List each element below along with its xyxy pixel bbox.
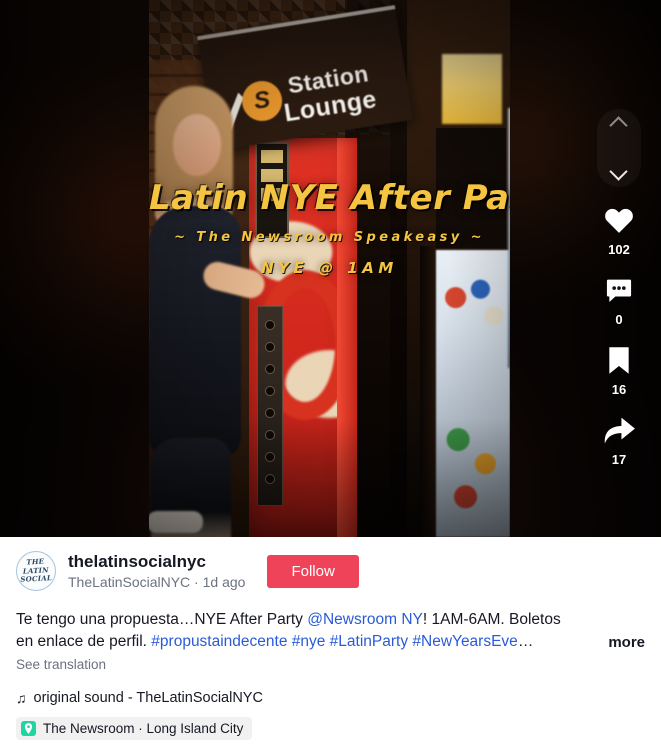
caption-part-1: Te tengo una propuesta…NYE After Party: [16, 611, 308, 628]
like-button[interactable]: 102: [602, 203, 636, 257]
chevron-up-icon[interactable]: [610, 118, 628, 129]
comment-button[interactable]: 0: [602, 273, 636, 327]
share-button[interactable]: 17: [602, 413, 636, 467]
expand-caption-button[interactable]: more: [608, 632, 645, 653]
bookmark-count: 16: [611, 382, 627, 397]
action-rail: 102 0 16 17: [577, 0, 661, 537]
caption-mention-link[interactable]: @Newsroom NY: [307, 611, 423, 628]
caption-ellipsis: …: [517, 633, 534, 650]
avatar-logo-text: THE LATIN SOCIAL: [20, 557, 53, 584]
heart-icon: [602, 203, 636, 237]
video-text-overlay: Latin NYE After Party ~ The Newsroom Spe…: [149, 178, 510, 277]
bookmark-button[interactable]: 16: [602, 343, 636, 397]
follow-button[interactable]: Follow: [267, 554, 359, 588]
share-icon: [602, 413, 636, 447]
bookmark-icon: [602, 343, 636, 377]
author-row: THE LATIN SOCIAL thelatinsocialnyc TheLa…: [16, 551, 645, 591]
video-info-panel: THE LATIN SOCIAL thelatinsocialnyc TheLa…: [0, 537, 661, 746]
author-text: thelatinsocialnyc TheLatinSocialNYC · 1d…: [68, 552, 245, 591]
sound-label: original sound - TheLatinSocialNYC: [33, 690, 263, 706]
tiktok-video-page: S Station Lounge Latin NYE After Party ~…: [0, 0, 661, 746]
video-caption: Te tengo una propuesta…NYE After Party @…: [16, 609, 645, 653]
overlay-subtitle: ~ The Newsroom Speakeasy ~: [174, 230, 485, 245]
video-player[interactable]: S Station Lounge Latin NYE After Party ~…: [149, 0, 510, 537]
comment-icon: [602, 273, 636, 307]
music-note-icon: ♫: [16, 690, 27, 706]
comment-count: 0: [615, 312, 623, 327]
author-handle-timestamp: TheLatinSocialNYC · 1d ago: [68, 574, 246, 591]
video-stage[interactable]: S Station Lounge Latin NYE After Party ~…: [0, 0, 661, 537]
location-label: The Newsroom · Long Island City: [43, 721, 244, 736]
avatar-line-3: SOCIAL: [20, 573, 53, 585]
video-nav-pill: [597, 109, 641, 187]
share-count: 17: [611, 452, 627, 467]
like-count: 102: [608, 242, 630, 257]
chevron-down-icon[interactable]: [610, 167, 628, 178]
author-username[interactable]: thelatinsocialnyc: [68, 552, 245, 572]
overlay-time: NYE @ 1AM: [261, 259, 398, 277]
overlay-title: Latin NYE After Party: [149, 178, 510, 218]
caption-hashtags[interactable]: #propustaindecente #nye #LatinParty #New…: [151, 633, 518, 650]
sound-row[interactable]: ♫ original sound - TheLatinSocialNYC: [16, 690, 645, 706]
location-badge[interactable]: The Newsroom · Long Island City: [16, 717, 253, 740]
see-translation-button[interactable]: See translation: [16, 657, 645, 672]
avatar[interactable]: THE LATIN SOCIAL: [16, 551, 56, 591]
map-pin-icon: [21, 721, 36, 736]
